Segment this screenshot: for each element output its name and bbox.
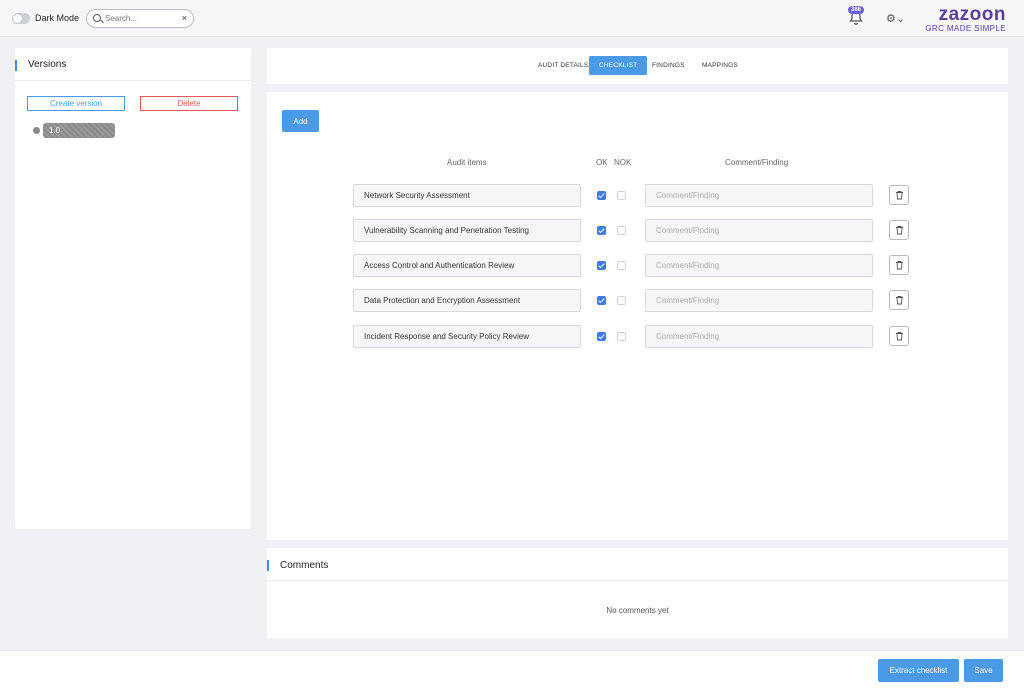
nok-checkbox[interactable] (617, 191, 626, 200)
footer-bar: Extract checklist Save (0, 650, 1024, 691)
clear-search-icon[interactable]: × (182, 13, 187, 23)
brand-logo: zazoon GRC MADE SIMPLE (924, 4, 1006, 33)
tab-bar: AUDIT DETAILS CHECKLIST FINDINGS MAPPING… (267, 48, 1008, 84)
comments-panel: Comments No comments yet (267, 548, 1008, 638)
comment-field[interactable] (645, 325, 873, 348)
ok-checkbox[interactable] (597, 296, 606, 305)
section-accent-bar (267, 560, 269, 571)
tab-checklist[interactable]: CHECKLIST (589, 56, 648, 75)
comment-field[interactable] (645, 254, 873, 277)
nok-checkbox[interactable] (617, 332, 626, 341)
search-box[interactable]: × (86, 9, 194, 28)
trash-icon (896, 296, 903, 305)
notification-badge: 386 (848, 6, 865, 14)
ok-checkbox[interactable] (597, 191, 606, 200)
delete-row-button[interactable] (889, 326, 909, 346)
comment-field[interactable] (645, 184, 873, 207)
delete-row-button[interactable] (889, 185, 909, 205)
audit-item-field[interactable]: Network Security Assessment (353, 184, 581, 207)
nok-checkbox[interactable] (617, 226, 626, 235)
column-nok: NOK (614, 158, 632, 167)
comment-field[interactable] (645, 289, 873, 312)
versions-panel: Versions (15, 48, 251, 529)
extract-checklist-button[interactable]: Extract checklist (878, 659, 959, 682)
tab-audit-details[interactable]: AUDIT DETAILS (538, 62, 588, 69)
audit-item-field[interactable]: Vulnerability Scanning and Penetration T… (353, 219, 581, 242)
versions-title: Versions (28, 59, 67, 70)
top-bar: Dark Mode × 386 ⚙⌄ zazoon GRC MADE SIMPL… (0, 0, 1024, 37)
dark-mode-label: Dark Mode (35, 13, 80, 23)
column-audit-items: Audit items (447, 158, 487, 167)
save-button[interactable]: Save (964, 659, 1003, 682)
no-comments-text: No comments yet (606, 606, 669, 615)
tab-mappings[interactable]: MAPPINGS (702, 62, 738, 69)
column-ok: OK (596, 158, 608, 167)
delete-row-button[interactable] (889, 290, 909, 310)
audit-item-field[interactable]: Access Control and Authentication Review (353, 254, 581, 277)
version-dot-icon (33, 127, 40, 134)
delete-row-button[interactable] (889, 255, 909, 275)
comments-title: Comments (280, 560, 329, 571)
delete-version-button[interactable]: Delete (140, 96, 238, 111)
nok-checkbox[interactable] (617, 261, 626, 270)
audit-item-field[interactable]: Data Protection and Encryption Assessmen… (353, 289, 581, 312)
nok-checkbox[interactable] (617, 296, 626, 305)
section-accent-bar (15, 60, 17, 71)
brand-tagline: GRC MADE SIMPLE (925, 24, 1006, 33)
ok-checkbox[interactable] (597, 332, 606, 341)
brand-name: zazoon (938, 4, 1006, 25)
trash-icon (896, 261, 903, 270)
settings-gear-icon[interactable]: ⚙⌄ (886, 12, 906, 26)
dark-mode-toggle[interactable] (12, 13, 30, 24)
checklist-panel: Add Audit items OK NOK Comment/Finding N… (267, 92, 1008, 540)
tab-findings[interactable]: FINDINGS (652, 62, 685, 69)
ok-checkbox[interactable] (597, 226, 606, 235)
comments-header: Comments (267, 548, 1008, 581)
trash-icon (896, 191, 903, 200)
search-input[interactable] (105, 12, 175, 25)
column-comment: Comment/Finding (725, 158, 789, 167)
trash-icon (896, 332, 903, 341)
audit-item-field[interactable]: Incident Response and Security Policy Re… (353, 325, 581, 348)
add-item-button[interactable]: Add (282, 110, 319, 132)
trash-icon (896, 226, 903, 235)
create-version-button[interactable]: Create version (27, 96, 125, 111)
delete-row-button[interactable] (889, 220, 909, 240)
version-item[interactable]: 1.0 (43, 123, 115, 138)
ok-checkbox[interactable] (597, 261, 606, 270)
versions-header: Versions (15, 48, 251, 81)
search-icon (93, 14, 101, 22)
comment-field[interactable] (645, 219, 873, 242)
